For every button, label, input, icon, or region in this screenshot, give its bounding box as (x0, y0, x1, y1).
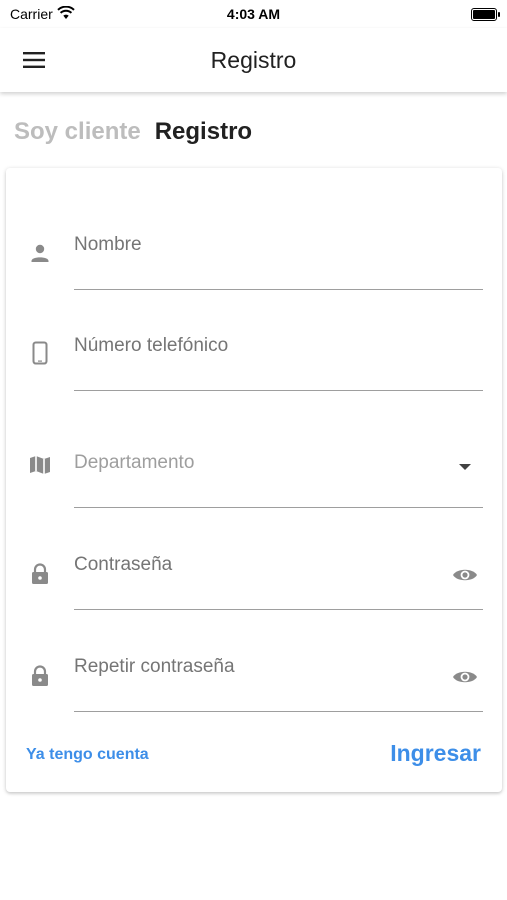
department-placeholder: Departamento (74, 452, 195, 473)
dropdown-arrow-icon (459, 464, 471, 470)
repeat-password-field-container (74, 642, 483, 712)
visibility-toggle-icon[interactable] (451, 665, 479, 689)
login-button[interactable]: Ingresar (390, 740, 481, 767)
menu-button[interactable] (20, 48, 50, 72)
registration-card: Departamento (6, 168, 502, 792)
smartphone-icon (32, 341, 48, 365)
phone-field-container (74, 321, 483, 391)
status-time: 4:03 AM (226, 6, 281, 22)
app-bar: Registro (0, 28, 507, 92)
carrier-label: Carrier (10, 6, 53, 22)
person-icon (31, 244, 49, 262)
repeat-password-input[interactable] (74, 652, 443, 682)
auth-tabs: Soy cliente Registro (14, 118, 252, 146)
department-select[interactable]: Departamento (74, 438, 483, 508)
have-account-link[interactable]: Ya tengo cuenta (26, 746, 149, 764)
phone-field-row (6, 321, 502, 391)
status-left: Carrier (10, 5, 75, 23)
password-field-container (74, 540, 483, 610)
tab-soy-cliente[interactable]: Soy cliente (14, 118, 141, 146)
visibility-toggle-icon[interactable] (451, 563, 479, 587)
password-input[interactable] (74, 550, 443, 580)
phone-input[interactable] (74, 331, 443, 361)
department-field-row: Departamento (6, 438, 502, 508)
password-field-row (6, 540, 502, 610)
name-field-row (6, 220, 502, 290)
page-title: Registro (210, 46, 297, 73)
tab-registro[interactable]: Registro (155, 118, 252, 146)
map-icon (30, 456, 50, 474)
wifi-icon (57, 5, 75, 23)
status-bar: Carrier 4:03 AM (0, 0, 507, 28)
repeat-password-field-row (6, 642, 502, 712)
name-field-container (74, 220, 483, 290)
lock-icon (32, 563, 48, 584)
battery-icon (471, 7, 500, 21)
lock-icon (32, 665, 48, 686)
hamburger-menu-icon (23, 52, 45, 68)
name-input[interactable] (74, 230, 443, 260)
